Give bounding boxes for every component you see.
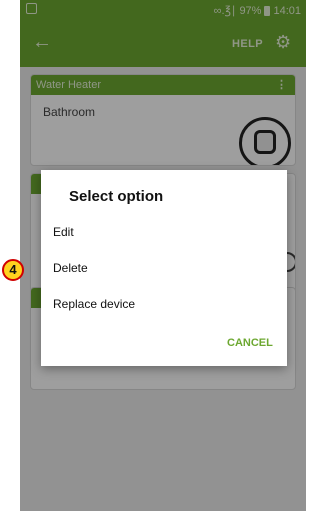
option-delete[interactable]: Delete: [53, 261, 88, 275]
screenshot-frame: ∞.℥∣ 97% 14:01 ← HELP ⚙ Water Heater ⋮ B…: [0, 0, 316, 511]
option-edit[interactable]: Edit: [53, 225, 74, 239]
dialog-title: Select option: [69, 188, 164, 205]
option-replace-device[interactable]: Replace device: [53, 297, 135, 311]
step-marker: 4: [2, 259, 24, 281]
phone-screen: ∞.℥∣ 97% 14:01 ← HELP ⚙ Water Heater ⋮ B…: [20, 0, 306, 511]
cancel-button[interactable]: CANCEL: [227, 337, 273, 349]
select-option-dialog: Select option Edit Delete Replace device…: [41, 170, 287, 366]
